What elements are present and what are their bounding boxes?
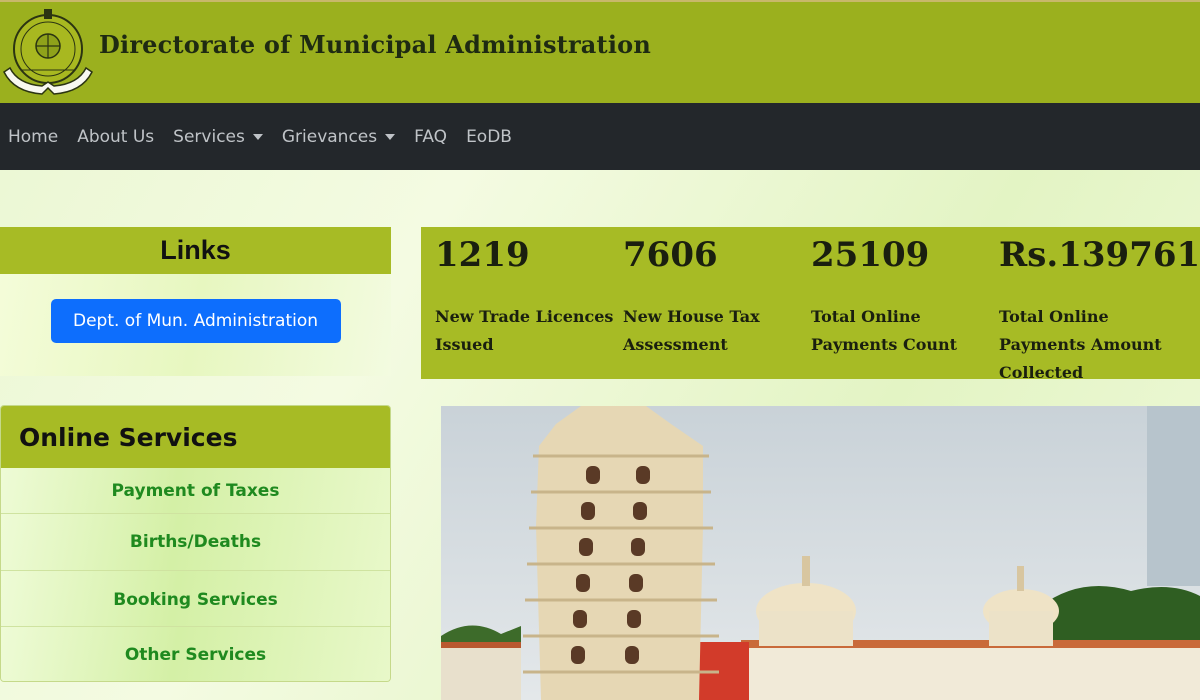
stat-label: New House Tax Assessment — [623, 307, 760, 354]
dept-mun-administration-button[interactable]: Dept. of Mun. Administration — [50, 299, 341, 343]
service-booking-services[interactable]: Booking Services — [1, 570, 390, 626]
stat-value: Rs.13976103 — [999, 235, 1200, 275]
service-other-services[interactable]: Other Services — [1, 626, 390, 681]
nav-services-label: Services — [173, 126, 245, 147]
nav-about-us[interactable]: About Us — [77, 127, 154, 147]
links-body: Dept. of Mun. Administration — [0, 274, 391, 376]
stat-label: Total Online Payments Amount Collected — [999, 307, 1162, 379]
stat-value: 1219 — [435, 235, 530, 275]
nav-faq-label: FAQ — [414, 126, 448, 147]
image-slider[interactable] — [441, 406, 1200, 700]
stat-value: 7606 — [623, 235, 718, 275]
nav-grievances-dropdown[interactable]: Grievances — [281, 126, 396, 147]
service-births-deaths[interactable]: Births/Deaths — [1, 513, 390, 570]
nav-about-us-label: About Us — [77, 126, 155, 147]
nav-home-label: Home — [8, 126, 59, 147]
main-navbar: Home About Us Services Grievances FAQ Eo… — [0, 103, 1200, 170]
online-services-panel: Online Services Payment of Taxes Births/… — [0, 405, 391, 682]
links-title: Links — [0, 227, 391, 274]
site-title: Directorate of Municipal Administration — [99, 30, 651, 59]
statistics-panel: 1219 New Trade Licences Issued 7606 New … — [421, 227, 1200, 379]
nav-faq[interactable]: FAQ — [414, 127, 447, 147]
stat-label: Total Online Payments Count — [811, 307, 958, 354]
site-header: Directorate of Municipal Administration — [0, 0, 1200, 103]
online-services-title: Online Services — [1, 406, 390, 468]
caret-down-icon — [252, 133, 263, 140]
nav-eodb[interactable]: EoDB — [466, 127, 512, 147]
nav-grievances-label: Grievances — [281, 126, 378, 147]
caret-down-icon — [385, 133, 396, 140]
stat-label: New Trade Licences Issued — [435, 307, 614, 354]
government-of-goa-emblem-icon[interactable] — [2, 4, 94, 100]
links-panel: Links Dept. of Mun. Administration — [0, 227, 391, 376]
nav-eodb-label: EoDB — [466, 126, 512, 147]
stat-value: 25109 — [811, 235, 930, 275]
nav-services-dropdown[interactable]: Services — [173, 127, 263, 147]
temple-tower-photo — [441, 406, 1200, 700]
nav-home[interactable]: Home — [8, 127, 58, 147]
service-payment-of-taxes[interactable]: Payment of Taxes — [1, 468, 390, 513]
